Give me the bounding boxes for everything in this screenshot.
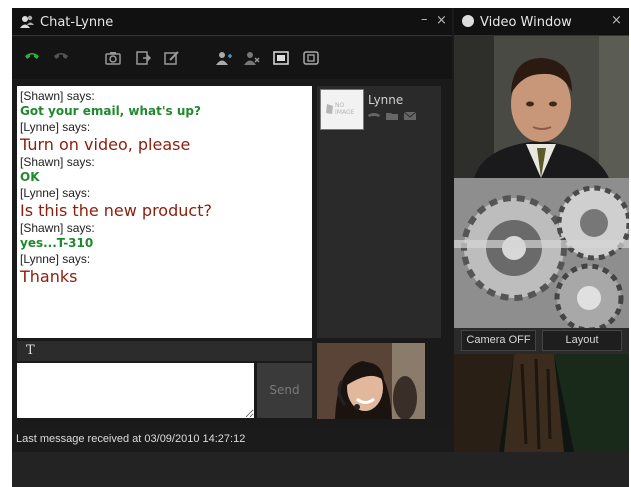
message-sender: [Shawn] says: — [20, 89, 95, 103]
message-sender: [Shawn] says: — [20, 221, 95, 235]
contact-name: Lynne — [368, 93, 404, 107]
gears-image — [454, 178, 629, 328]
message-input[interactable] — [17, 363, 254, 418]
contact-panel: NO IMAGE Lynne — [317, 86, 441, 338]
message-sender: [Lynne] says: — [20, 120, 91, 134]
chat-window-title: Chat-Lynne — [40, 15, 114, 30]
remote-video-feed — [454, 36, 629, 178]
status-bar: Last message received at 03/09/2010 14:2… — [12, 428, 452, 452]
camera-icon[interactable] — [105, 51, 121, 65]
app-frame: Chat-Lynne – × [Shawn] says: Got your em… — [12, 8, 629, 452]
chat-message: [Lynne] says: Is this the new product? — [20, 186, 309, 221]
message-text: yes...T-310 — [20, 236, 94, 250]
message-sender: [Shawn] says: — [20, 155, 95, 169]
video-window-title: Video Window — [480, 15, 572, 30]
tree-image — [454, 354, 629, 452]
screen-share-icon[interactable] — [273, 51, 289, 65]
contact-phone-icon[interactable] — [368, 112, 380, 120]
chat-message: [Lynne] says: Thanks — [20, 252, 309, 287]
no-image-label: NO IMAGE — [335, 102, 355, 116]
message-text: OK — [20, 170, 40, 184]
chat-message: [Shawn] says: yes...T-310 — [20, 221, 309, 252]
record-icon[interactable] — [303, 51, 319, 65]
video-title-bar[interactable]: Video Window × — [454, 8, 629, 36]
phone-hangup-icon[interactable] — [53, 51, 69, 65]
contact-message-icon[interactable] — [404, 112, 416, 120]
minimize-button[interactable]: – — [421, 12, 428, 27]
product-video-feed — [454, 178, 629, 328]
close-button[interactable]: × — [436, 13, 447, 28]
message-history[interactable]: [Shawn] says: Got your email, what's up?… — [17, 86, 312, 338]
bottom-bar — [12, 452, 629, 487]
users-icon — [20, 15, 34, 28]
phone-answer-icon[interactable] — [24, 51, 40, 65]
message-sender: [Lynne] says: — [20, 252, 91, 266]
contact-folder-icon[interactable] — [386, 112, 398, 120]
chat-toolbar — [12, 37, 452, 79]
message-text: Thanks — [20, 267, 78, 286]
message-text: Got your email, what's up? — [20, 104, 201, 118]
message-text: Is this the new product? — [20, 201, 212, 220]
layout-button[interactable]: Layout — [542, 330, 622, 351]
video-close-button[interactable]: × — [611, 13, 622, 28]
chat-message: [Shawn] says: Got your email, what's up? — [20, 89, 309, 120]
local-video-image — [317, 343, 425, 419]
edit-icon[interactable] — [164, 51, 180, 65]
message-sender: [Lynne] says: — [20, 186, 91, 200]
video-background-image — [454, 354, 629, 452]
camera-off-button[interactable]: Camera OFF — [461, 330, 536, 351]
video-window: Video Window × Camera OFF Layout — [454, 8, 629, 452]
local-video-preview — [317, 343, 425, 419]
chat-message: [Shawn] says: OK — [20, 155, 309, 186]
contact-avatar: NO IMAGE — [320, 89, 364, 130]
composer-toolbar: T — [17, 341, 312, 361]
font-format-button[interactable]: T — [26, 343, 35, 358]
add-contact-icon[interactable] — [216, 51, 232, 65]
chat-title-bar[interactable]: Chat-Lynne – × — [12, 8, 452, 36]
send-file-icon[interactable] — [135, 51, 151, 65]
no-image-icon — [326, 104, 333, 114]
video-user-icon — [462, 15, 474, 27]
chat-message: [Lynne] says: Turn on video, please — [20, 120, 309, 155]
remote-video-image — [454, 36, 629, 178]
message-text: Turn on video, please — [20, 135, 191, 154]
video-controls: Camera OFF Layout — [454, 328, 629, 354]
remove-contact-icon[interactable] — [244, 51, 260, 65]
send-button[interactable]: Send — [257, 363, 312, 418]
